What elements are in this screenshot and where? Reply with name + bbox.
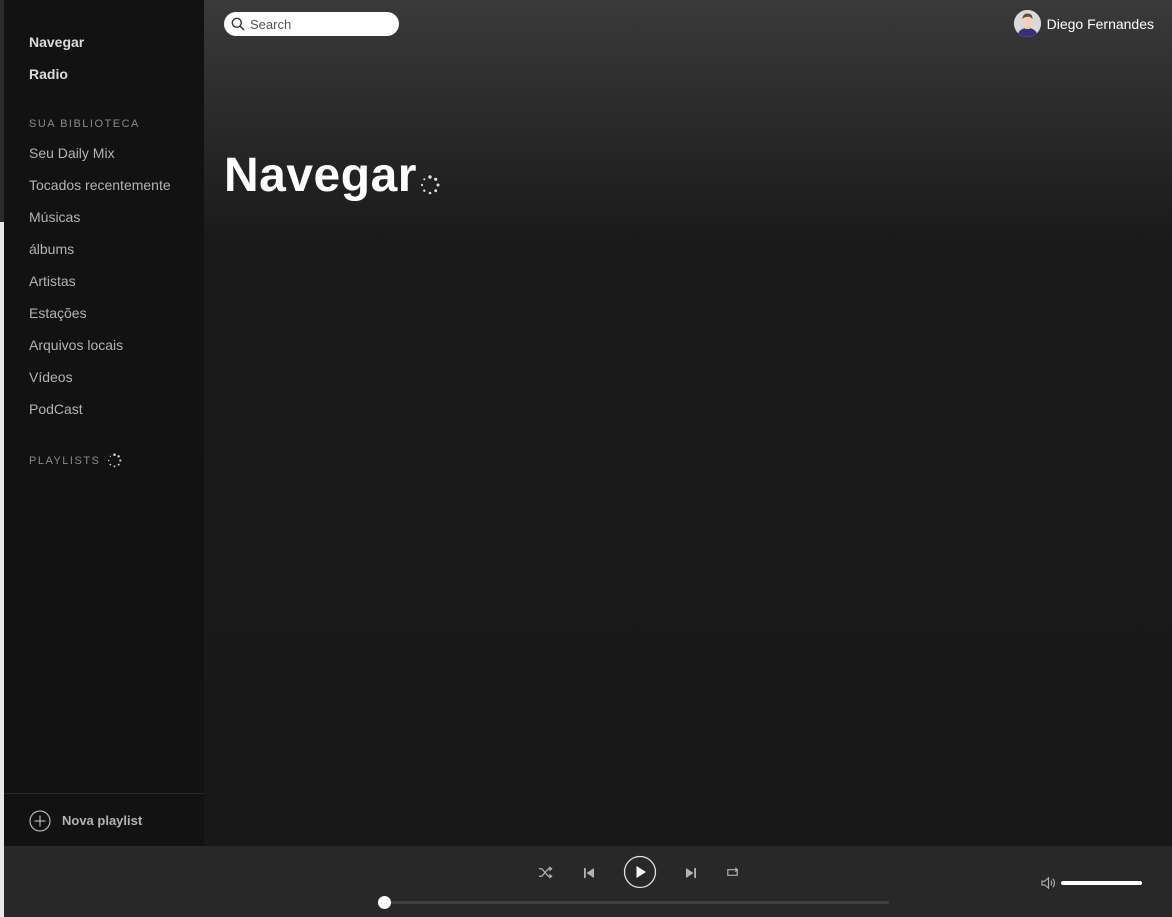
- player-bar: [4, 846, 1172, 917]
- page-title-text: Navegar: [224, 149, 417, 202]
- sidebar: Navegar Radio SUA BIBLIOTECA Seu Daily M…: [4, 0, 204, 846]
- sidebar-item-stations[interactable]: Estações: [29, 305, 87, 321]
- main-content: Diego Fernandes Navegar: [204, 0, 1172, 846]
- new-playlist-label: Nova playlist: [62, 813, 143, 828]
- library-section-title: SUA BIBLIOTECA: [29, 118, 140, 130]
- sidebar-item-recently-played[interactable]: Tocados recentemente: [29, 177, 171, 193]
- sidebar-item-daily-mix[interactable]: Seu Daily Mix: [29, 145, 115, 161]
- sidebar-item-navegar[interactable]: Navegar: [29, 34, 84, 50]
- avatar: [1013, 10, 1041, 37]
- shuffle-icon[interactable]: [538, 865, 553, 880]
- play-icon: [636, 866, 646, 878]
- volume-icon[interactable]: [1041, 876, 1056, 890]
- sidebar-item-podcast[interactable]: PodCast: [29, 401, 83, 417]
- loading-spinner-icon: [108, 453, 122, 468]
- loading-spinner-icon: [420, 175, 440, 195]
- search-icon: [231, 17, 245, 31]
- sidebar-item-radio[interactable]: Radio: [29, 66, 68, 82]
- sidebar-item-songs[interactable]: Músicas: [29, 209, 80, 225]
- volume-fill: [1061, 881, 1142, 885]
- sidebar-item-albums[interactable]: álbums: [29, 241, 74, 257]
- skip-back-icon[interactable]: [582, 866, 596, 880]
- new-playlist-button[interactable]: Nova playlist: [4, 793, 204, 847]
- search-input[interactable]: [250, 16, 390, 32]
- page-title: Navegar: [224, 148, 440, 203]
- plus-circle-icon: [29, 809, 51, 832]
- search-box: [224, 12, 399, 36]
- playlists-section-title: PLAYLISTS: [29, 453, 122, 468]
- progress-handle[interactable]: [378, 896, 391, 909]
- sidebar-item-videos[interactable]: Vídeos: [29, 369, 73, 385]
- play-button[interactable]: [623, 855, 657, 889]
- progress-bar[interactable]: [378, 896, 889, 909]
- sidebar-item-artists[interactable]: Artistas: [29, 273, 76, 289]
- app-window: Navegar Radio SUA BIBLIOTECA Seu Daily M…: [0, 0, 1172, 917]
- playlists-title-text: PLAYLISTS: [29, 454, 101, 467]
- sidebar-item-local-files[interactable]: Arquivos locais: [29, 337, 123, 353]
- repeat-icon[interactable]: [725, 865, 740, 880]
- volume-slider[interactable]: [1061, 881, 1142, 885]
- library-title-text: SUA BIBLIOTECA: [29, 118, 140, 130]
- user-name: Diego Fernandes: [1046, 15, 1154, 32]
- user-menu[interactable]: Diego Fernandes: [1013, 10, 1154, 37]
- skip-forward-icon[interactable]: [684, 866, 698, 880]
